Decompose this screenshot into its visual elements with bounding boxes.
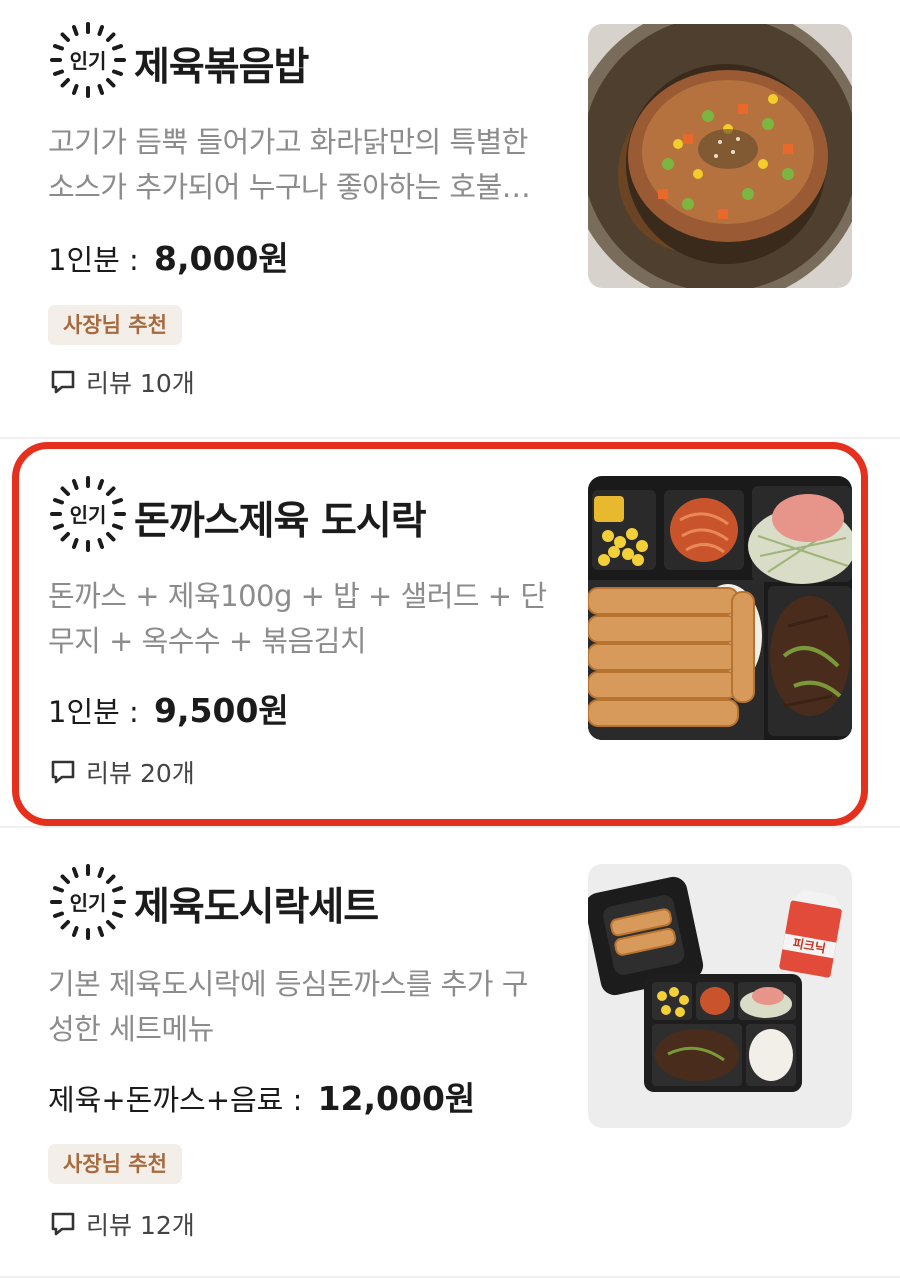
desc-line: 성한 세트메뉴 bbox=[48, 1012, 214, 1046]
price: 12,000원 bbox=[317, 1079, 476, 1118]
badge-label: 인기 bbox=[70, 891, 107, 915]
popular-badge-icon: 인기 bbox=[50, 22, 126, 98]
fried-rice-photo bbox=[588, 24, 852, 288]
item-description: 기본 제육도시락에 등심돈까스를 추가 구 성한 세트메뉴 bbox=[48, 962, 568, 1052]
speech-bubble-icon bbox=[51, 760, 75, 784]
lunchbox-set-photo: 피크닉 bbox=[588, 864, 852, 1128]
review-count[interactable]: 리뷰 10개 bbox=[50, 364, 195, 400]
price-row: 제육+돈까스+음료 : 12,000원 bbox=[48, 1072, 475, 1120]
review-label: 리뷰 10개 bbox=[86, 369, 195, 398]
item-divider bbox=[0, 437, 900, 439]
speech-bubble-icon bbox=[51, 1212, 75, 1236]
badge-label: 인기 bbox=[70, 503, 107, 527]
price: 8,000원 bbox=[154, 239, 289, 278]
popular-badge-icon: 인기 bbox=[50, 476, 126, 552]
review-count[interactable]: 리뷰 12개 bbox=[50, 1206, 195, 1242]
review-count[interactable]: 리뷰 20개 bbox=[50, 754, 195, 790]
separator: : bbox=[129, 695, 139, 729]
price-row: 1인분 : 8,000원 bbox=[48, 232, 289, 280]
badge-label: 인기 bbox=[70, 49, 107, 73]
separator: : bbox=[292, 1083, 303, 1117]
menu-item-donkatsu-jeyuk-dosirak[interactable]: 인기 돈까스제육 도시락 돈까스 + 제육100g + 밥 + 샐러드 + 단 … bbox=[0, 440, 900, 826]
speech-bubble-icon bbox=[51, 370, 75, 394]
menu-item-jeyuk-dosirak-set[interactable]: 인기 제육도시락세트 기본 제육도시락에 등심돈까스를 추가 구 성한 세트메뉴… bbox=[0, 828, 900, 1278]
separator: : bbox=[129, 243, 139, 277]
lunchbox-photo bbox=[588, 476, 852, 740]
item-title: 제육볶음밥 bbox=[134, 45, 309, 90]
item-description: 고기가 듬뿍 들어가고 화라닭만의 특별한 소스가 추가되어 누구나 좋아하는 … bbox=[48, 120, 568, 210]
item-description: 돈까스 + 제육100g + 밥 + 샐러드 + 단 무지 + 옥수수 + 볶음… bbox=[48, 574, 568, 664]
desc-line: 돈까스 + 제육100g + 밥 + 샐러드 + 단 bbox=[48, 579, 547, 613]
serving-unit: 제육+돈까스+음료 bbox=[48, 1083, 284, 1117]
item-title: 제육도시락세트 bbox=[134, 885, 379, 930]
serving-unit: 1인분 bbox=[48, 695, 120, 729]
item-title: 돈까스제육 도시락 bbox=[134, 499, 427, 544]
review-label: 리뷰 12개 bbox=[86, 1211, 195, 1240]
price-row: 1인분 : 9,500원 bbox=[48, 684, 289, 732]
desc-line: 기본 제육도시락에 등심돈까스를 추가 구 bbox=[48, 967, 528, 1001]
desc-line: 소스가 추가되어 누구나 좋아하는 호불… bbox=[48, 170, 531, 204]
desc-line: 무지 + 옥수수 + 볶음김치 bbox=[48, 624, 367, 658]
menu-item-jeyuk-fried-rice[interactable]: 인기 제육볶음밥 고기가 듬뿍 들어가고 화라닭만의 특별한 소스가 추가되어 … bbox=[0, 0, 900, 438]
desc-line: 고기가 듬뿍 들어가고 화라닭만의 특별한 bbox=[48, 125, 528, 159]
review-label: 리뷰 20개 bbox=[86, 759, 195, 788]
serving-unit: 1인분 bbox=[48, 243, 120, 277]
price: 9,500원 bbox=[154, 691, 289, 730]
recommend-tag: 사장님 추천 bbox=[48, 1144, 182, 1184]
recommend-tag: 사장님 추천 bbox=[48, 305, 182, 345]
popular-badge-icon: 인기 bbox=[50, 864, 126, 940]
